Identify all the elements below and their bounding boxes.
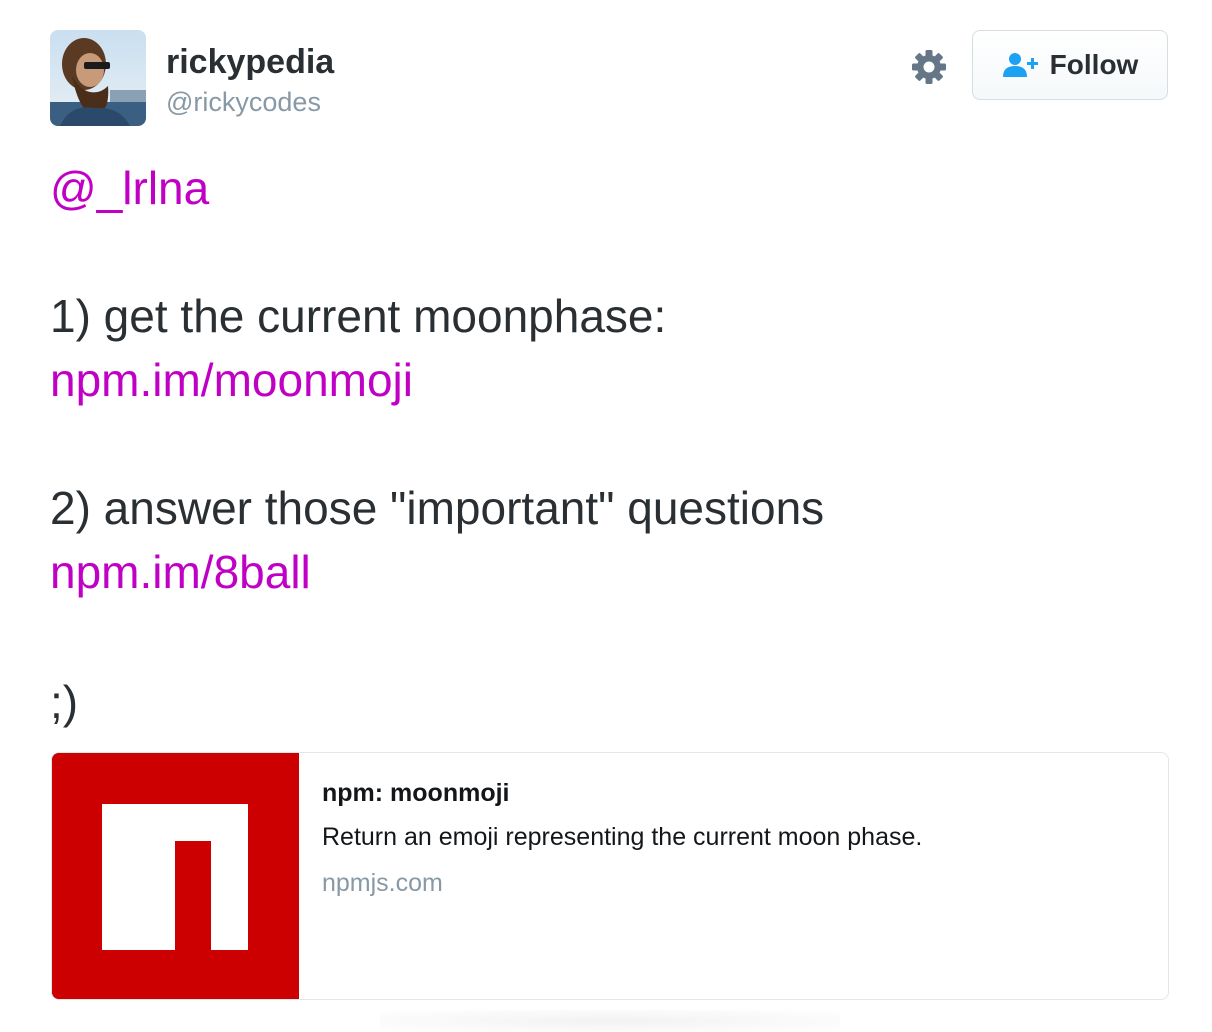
display-name[interactable]: rickypedia <box>166 42 334 82</box>
bottom-shadow <box>380 1010 840 1032</box>
tweet-line-1: 1) get the current moonphase: <box>50 290 667 342</box>
8ball-link[interactable]: npm.im/8ball <box>50 542 311 602</box>
follow-button[interactable]: Follow <box>972 30 1168 100</box>
user-handle[interactable]: @rickycodes <box>166 86 321 118</box>
mention-link[interactable]: @_lrlna <box>50 158 209 218</box>
card-title: npm: moonmoji <box>322 779 510 807</box>
follow-label: Follow <box>1049 49 1139 80</box>
user-avatar-photo <box>50 30 146 126</box>
card-domain: npmjs.com <box>322 869 443 897</box>
avatar[interactable] <box>50 30 146 126</box>
npm-logo <box>52 753 299 999</box>
gear-icon[interactable] <box>909 47 949 87</box>
link-preview-card[interactable]: npm: moonmoji Return an emoji representi… <box>51 752 1169 1000</box>
tweet-line-2: 2) answer those "important" questions <box>50 482 825 534</box>
card-description: Return an emoji representing the current… <box>322 823 923 851</box>
moonmoji-link[interactable]: npm.im/moonmoji <box>50 350 413 410</box>
tweet-closing: ;) <box>50 676 79 728</box>
add-user-icon <box>1002 53 1038 77</box>
